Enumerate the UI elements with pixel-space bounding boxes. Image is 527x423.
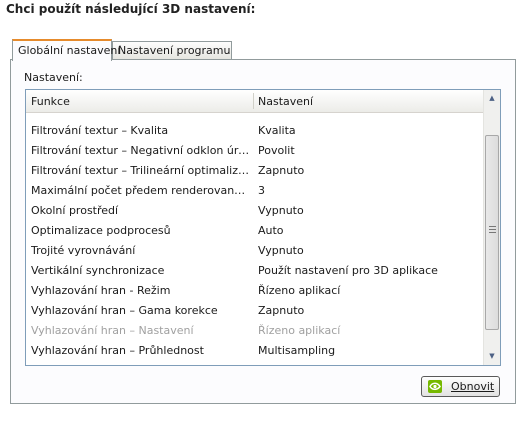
settings-row[interactable]: Okolní prostředí Vypnuto (26, 201, 484, 221)
setting-value-cell: Řízeno aplikací (258, 324, 341, 337)
setting-value-cell[interactable]: Použít nastavení pro 3D aplikace (258, 261, 478, 281)
settings-row[interactable]: Filtrování textur – Trilineární optimali… (26, 161, 484, 181)
feature-cell: Vyhlazování hran – Nastavení (31, 324, 194, 337)
scrollbar-thumb[interactable] (485, 135, 499, 330)
feature-cell: Filtrování textur – Kvalita (31, 124, 169, 137)
feature-cell: Okolní prostředí (31, 204, 119, 217)
settings-row-disabled: Vyhlazování hran – Nastavení Řízeno aplik… (26, 321, 484, 341)
nvidia-logo-icon (428, 380, 442, 393)
setting-value-cell[interactable]: Auto (258, 221, 478, 241)
feature-cell: Filtrování textur – Negativní odklon úro… (31, 144, 251, 157)
setting-value-cell[interactable]: Multisampling (258, 341, 478, 361)
settings-rows: Filtrování textur – Kvalita Kvalita Filtr… (26, 121, 484, 361)
page-title: Chci použít následující 3D nastavení: (6, 2, 256, 16)
tab-program-settings[interactable]: Nastavení programu (112, 41, 232, 59)
setting-value-cell[interactable]: Vypnuto (258, 201, 478, 221)
tab-global-settings[interactable]: Globální nastavení (12, 39, 120, 61)
settings-row[interactable]: Maximální počet předem renderovaných s..… (26, 181, 484, 201)
settings-row[interactable]: Vyhlazování hran - Režim Řízeno aplikací (26, 281, 484, 301)
settings-row[interactable]: Trojité vyrovnávání Vypnuto (26, 241, 484, 261)
settings-row[interactable]: Filtrování textur – Negativní odklon úro… (26, 141, 484, 161)
restore-button[interactable]: Obnovit (421, 376, 500, 397)
setting-value-cell[interactable]: Kvalita (258, 121, 478, 141)
column-header-feature[interactable]: Funkce (31, 90, 70, 112)
setting-value-cell[interactable]: Vypnuto (258, 241, 478, 261)
feature-cell: Vyhlazování hran – Gama korekce (31, 304, 218, 317)
settings-row[interactable]: Filtrování textur – Kvalita Kvalita (26, 121, 484, 141)
feature-cell: Vyhlazování hran - Režim (31, 284, 171, 297)
feature-cell: Vertikální synchronizace (31, 264, 165, 277)
restore-button-label: Obnovit (451, 380, 495, 393)
settings-row[interactable]: Vyhlazování hran – Průhlednost Multisampl… (26, 341, 484, 361)
setting-value-cell[interactable]: 3 (258, 181, 478, 201)
feature-cell: Optimalizace podprocesů (31, 224, 171, 237)
setting-value-cell[interactable]: Zapnuto (258, 301, 478, 321)
feature-cell: Trojité vyrovnávání (31, 244, 136, 257)
settings-row[interactable]: Optimalizace podprocesů Auto (26, 221, 484, 241)
setting-value-cell[interactable]: Zapnuto (258, 161, 478, 181)
settings-row[interactable]: Vyhlazování hran – Gama korekce Zapnuto (26, 301, 484, 321)
column-divider[interactable] (253, 93, 254, 109)
settings-list: Funkce Nastavení Filtrování textur – Kva… (25, 89, 501, 366)
feature-cell: Vyhlazování hran – Průhlednost (31, 344, 204, 357)
vertical-scrollbar[interactable]: ▲ ▼ (483, 90, 500, 365)
settings-label: Nastavení: (24, 71, 83, 84)
column-header-setting[interactable]: Nastavení (258, 90, 313, 112)
feature-cell: Filtrování textur – Trilineární optimali… (31, 164, 251, 177)
list-header: Funkce Nastavení (26, 90, 484, 113)
arrow-down-icon[interactable]: ▼ (484, 348, 500, 365)
grip-icon (489, 226, 496, 234)
setting-value-cell[interactable]: Řízeno aplikací (258, 281, 478, 301)
settings-row[interactable]: Vertikální synchronizace Použít nastavení… (26, 261, 484, 281)
feature-cell: Maximální počet předem renderovaných s..… (31, 184, 251, 197)
setting-value-cell[interactable]: Povolit (258, 141, 478, 161)
tab-panel: Nastavení: Funkce Nastavení Filtrování t… (10, 59, 516, 404)
arrow-up-icon[interactable]: ▲ (484, 90, 500, 107)
